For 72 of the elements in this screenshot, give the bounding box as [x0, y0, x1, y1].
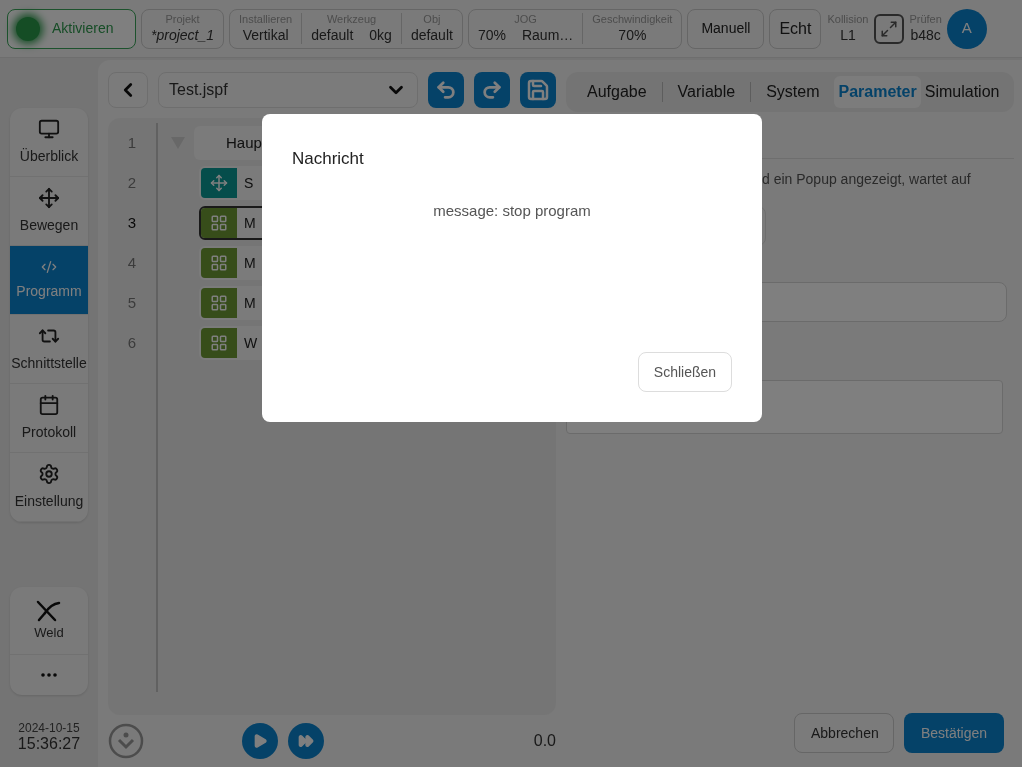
play-icon — [252, 733, 268, 749]
status-value: 70% — [618, 26, 647, 44]
tab[interactable]: Aufgabe — [583, 76, 651, 108]
date-text: 2024-10-15 — [18, 721, 80, 735]
nav-icon — [38, 117, 60, 140]
user-avatar[interactable]: A — [946, 8, 987, 49]
node-label: W — [244, 333, 258, 353]
line-number: 5 — [127, 292, 137, 313]
step-down-icon[interactable] — [108, 723, 144, 759]
line-number: 3 — [127, 212, 137, 233]
close-button[interactable]: Schließen — [638, 352, 732, 392]
undo-icon — [435, 79, 457, 101]
file-select[interactable]: Test.jspf — [158, 72, 418, 108]
nav-icon — [38, 462, 60, 485]
check-value: b48c — [910, 26, 941, 44]
expand-icon — [880, 19, 899, 38]
collision-value: L1 — [840, 26, 856, 44]
activate-button[interactable]: Aktivieren — [7, 8, 136, 49]
speed-value: 0.0 — [533, 731, 556, 751]
status-value: *project_1 — [151, 26, 215, 44]
status-value: Raum… — [521, 26, 574, 44]
grid-icon — [210, 254, 228, 272]
fast-forward-button[interactable] — [288, 723, 324, 759]
nav-item[interactable]: Weld — [10, 587, 88, 655]
status-value: default — [311, 26, 354, 44]
status-value: 0kg — [369, 26, 392, 44]
play-button[interactable] — [242, 723, 278, 759]
status-value: 70% — [477, 26, 506, 44]
save-icon — [526, 78, 550, 102]
mode-button[interactable]: Echt — [769, 8, 822, 49]
nav-item[interactable]: Programm — [10, 246, 88, 315]
more-icon — [41, 673, 57, 677]
node-label: M — [244, 213, 256, 233]
nav-item[interactable]: Protokoll — [10, 384, 88, 453]
save-button[interactable] — [520, 72, 556, 108]
grid-icon — [210, 294, 228, 312]
status-value: Vertikal — [242, 26, 289, 44]
node-label: M — [244, 293, 256, 313]
tab[interactable]: System — [762, 76, 824, 108]
node-label: S — [244, 173, 254, 193]
nav-icon — [41, 258, 57, 275]
dialog-message: message: stop program — [433, 200, 591, 221]
cancel-button[interactable]: Abbrechen — [794, 713, 894, 753]
grid-icon — [210, 334, 228, 352]
tab[interactable]: Variable — [673, 76, 740, 108]
back-button[interactable] — [108, 72, 148, 108]
mode-button[interactable]: Manuell — [687, 8, 765, 49]
nav-icon — [38, 186, 60, 209]
nav-item[interactable]: Schnittstelle — [10, 315, 88, 384]
description-text: d ein Popup angezeigt, wartet auf — [761, 170, 972, 189]
grid-icon — [210, 214, 228, 232]
line-number: 6 — [127, 332, 137, 353]
tab[interactable]: Parameter — [834, 76, 921, 108]
fullscreen-button[interactable] — [874, 13, 905, 44]
nav-item[interactable]: Einstellung — [10, 453, 88, 522]
tab[interactable]: Simulation — [920, 76, 1004, 108]
dialog-title: Nachricht — [292, 148, 365, 170]
fast-forward-icon — [298, 733, 314, 749]
node-label: M — [244, 253, 256, 273]
line-number: 2 — [127, 172, 137, 193]
time-text: 15:36:27 — [17, 735, 81, 753]
nav-icon — [38, 393, 60, 416]
confirm-button[interactable]: Bestätigen — [904, 713, 1004, 753]
nav-item[interactable]: Überblick — [10, 108, 88, 177]
move-icon — [210, 174, 228, 192]
redo-icon — [481, 79, 503, 101]
welding-torch-icon — [35, 598, 63, 623]
redo-button[interactable] — [474, 72, 510, 108]
line-number: 4 — [127, 252, 137, 273]
undo-button[interactable] — [428, 72, 464, 108]
status-value: default — [410, 26, 453, 44]
line-number: 1 — [127, 132, 137, 153]
